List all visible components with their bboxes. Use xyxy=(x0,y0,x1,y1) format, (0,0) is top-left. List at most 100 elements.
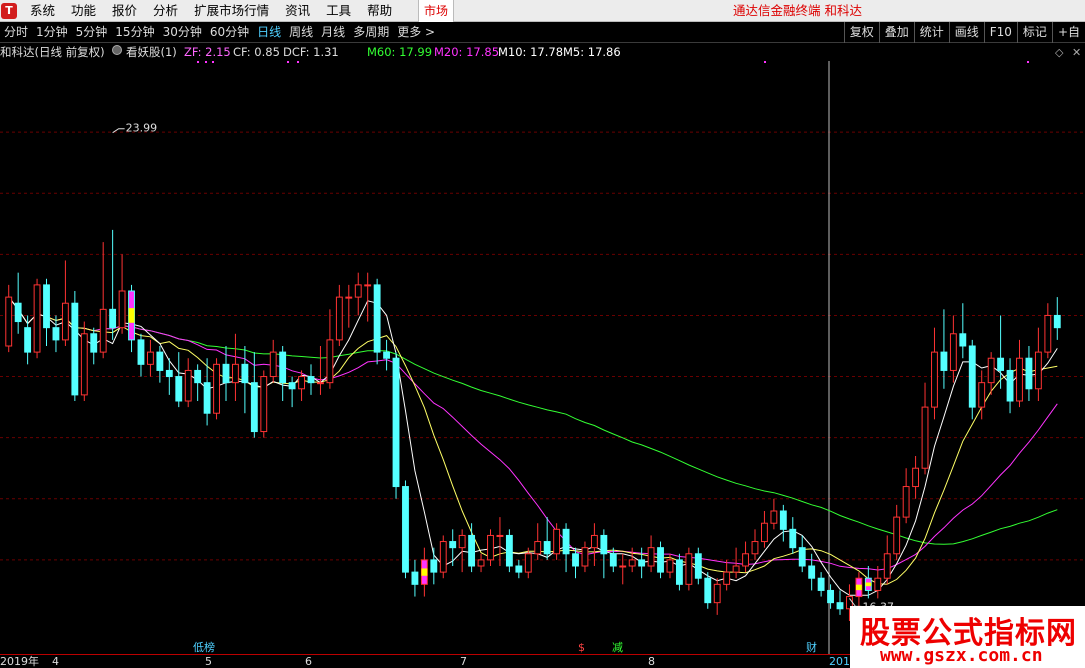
candle-body xyxy=(968,345,976,408)
statistics-button[interactable]: 统计 xyxy=(913,22,949,43)
settings-icon[interactable] xyxy=(112,45,122,55)
period-tab-daily[interactable]: 日线 xyxy=(253,22,285,43)
m5-value: M5: 17.86 xyxy=(563,45,621,59)
period-tab-multi[interactable]: 多周期 xyxy=(349,22,393,43)
candle-body xyxy=(779,510,787,530)
draw-line-button[interactable]: 画线 xyxy=(948,22,984,43)
menu-help[interactable]: 帮助 xyxy=(359,0,400,22)
candle-body xyxy=(997,357,1005,371)
candle-body xyxy=(524,553,532,573)
axis-month: 4 xyxy=(52,655,59,668)
candle-body xyxy=(52,327,60,341)
candle-body xyxy=(685,553,693,585)
period-tab-60min[interactable]: 60分钟 xyxy=(206,22,253,43)
candle-body xyxy=(5,296,13,347)
event-marker: 减 xyxy=(612,641,623,654)
main-menu: 系统 功能 报价 分析 扩展市场行情 资讯 工具 帮助 xyxy=(22,0,400,22)
candle-body xyxy=(827,589,834,604)
candle-body xyxy=(761,522,768,543)
candle-body xyxy=(1006,369,1014,402)
event-marker: $ xyxy=(578,641,585,654)
market-tab[interactable]: 市场 xyxy=(418,0,454,22)
f10-button[interactable]: F10 xyxy=(983,22,1017,43)
candle-body xyxy=(732,565,740,573)
cf-value: CF: 0.85 xyxy=(233,45,280,59)
candle-body xyxy=(638,559,646,567)
candle-body xyxy=(817,577,825,591)
candle-body xyxy=(411,571,419,585)
candle-body xyxy=(921,406,929,469)
candle-body xyxy=(1044,314,1052,353)
candle-body xyxy=(184,369,192,402)
candle-body xyxy=(439,541,447,573)
kline-chart[interactable]: 23.9916.37低榜$减财 xyxy=(0,61,1085,654)
candle-body xyxy=(959,333,967,347)
menu-extended-market[interactable]: 扩展市场行情 xyxy=(186,0,277,22)
candle-body xyxy=(458,534,466,549)
adjust-button[interactable]: 复权 xyxy=(843,22,879,43)
candle-body xyxy=(354,284,362,298)
custom-button[interactable]: +自 xyxy=(1051,22,1085,43)
period-tab-weekly[interactable]: 周线 xyxy=(285,22,317,43)
candle-body xyxy=(883,553,891,579)
candle-body xyxy=(71,302,79,396)
candle-body xyxy=(118,290,126,329)
candle-body xyxy=(279,351,287,384)
menu-system[interactable]: 系统 xyxy=(22,0,63,22)
signal-dot xyxy=(297,61,299,63)
candle-body xyxy=(449,541,457,549)
menu-bar: T 系统 功能 报价 分析 扩展市场行情 资讯 工具 帮助 市场 通达信金融终端… xyxy=(0,0,1085,22)
candle-body xyxy=(14,302,22,323)
candle-body xyxy=(572,553,579,567)
indicator-name[interactable]: 看妖股(1) xyxy=(126,44,177,61)
overlay-button[interactable]: 叠加 xyxy=(878,22,914,43)
candle-body xyxy=(704,577,712,604)
close-panel-icon[interactable]: ✕ xyxy=(1072,44,1081,61)
period-tab-15min[interactable]: 15分钟 xyxy=(111,22,158,43)
period-tab-monthly[interactable]: 月线 xyxy=(317,22,349,43)
diamond-icon[interactable]: ◇ xyxy=(1055,44,1063,61)
candle-body xyxy=(836,602,844,610)
period-tab-5min[interactable]: 5分钟 xyxy=(72,22,112,43)
candle-body xyxy=(430,559,438,573)
candle-body xyxy=(931,351,938,408)
period-tab-intraday[interactable]: 分时 xyxy=(0,22,32,43)
stock-title: 和科达(日线 前复权) xyxy=(0,45,105,59)
menu-analysis[interactable]: 分析 xyxy=(145,0,186,22)
candle-body xyxy=(392,357,400,488)
candle-body xyxy=(940,351,948,371)
candle-body xyxy=(628,559,636,567)
candle-body xyxy=(250,382,258,433)
signal-dot xyxy=(1027,61,1029,63)
candle-body xyxy=(600,534,608,555)
candle-body xyxy=(893,516,901,555)
signal-dot xyxy=(287,61,289,63)
candle-body xyxy=(260,376,268,433)
period-tab-1min[interactable]: 1分钟 xyxy=(32,22,72,43)
candle-body xyxy=(203,382,211,414)
candle-body xyxy=(213,363,220,414)
candle-highlight xyxy=(865,582,872,587)
m10-value: M10: 17.78 xyxy=(498,45,564,59)
candle-body xyxy=(590,534,598,549)
candle-body xyxy=(345,296,353,299)
menu-quote[interactable]: 报价 xyxy=(104,0,145,22)
menu-news[interactable]: 资讯 xyxy=(277,0,318,22)
chart-tools: 复权 叠加 统计 画线 F10 标记 +自 xyxy=(843,22,1085,43)
period-tab-30min[interactable]: 30分钟 xyxy=(159,22,206,43)
candle-body xyxy=(723,571,731,585)
candle-highlight xyxy=(855,584,862,591)
period-tab-more[interactable]: 更多 > xyxy=(393,22,439,43)
menu-tools[interactable]: 工具 xyxy=(318,0,359,22)
candle-body xyxy=(298,376,305,390)
mark-button[interactable]: 标记 xyxy=(1016,22,1052,43)
candle-body xyxy=(713,583,721,604)
candle-body xyxy=(675,559,683,585)
candle-body xyxy=(33,284,41,353)
menu-function[interactable]: 功能 xyxy=(63,0,104,22)
candle-body xyxy=(241,363,249,384)
signal-dot xyxy=(197,61,199,63)
m20-value: M20: 17.85 xyxy=(434,45,500,59)
candle-body xyxy=(288,382,296,390)
candle-highlight xyxy=(421,568,428,576)
